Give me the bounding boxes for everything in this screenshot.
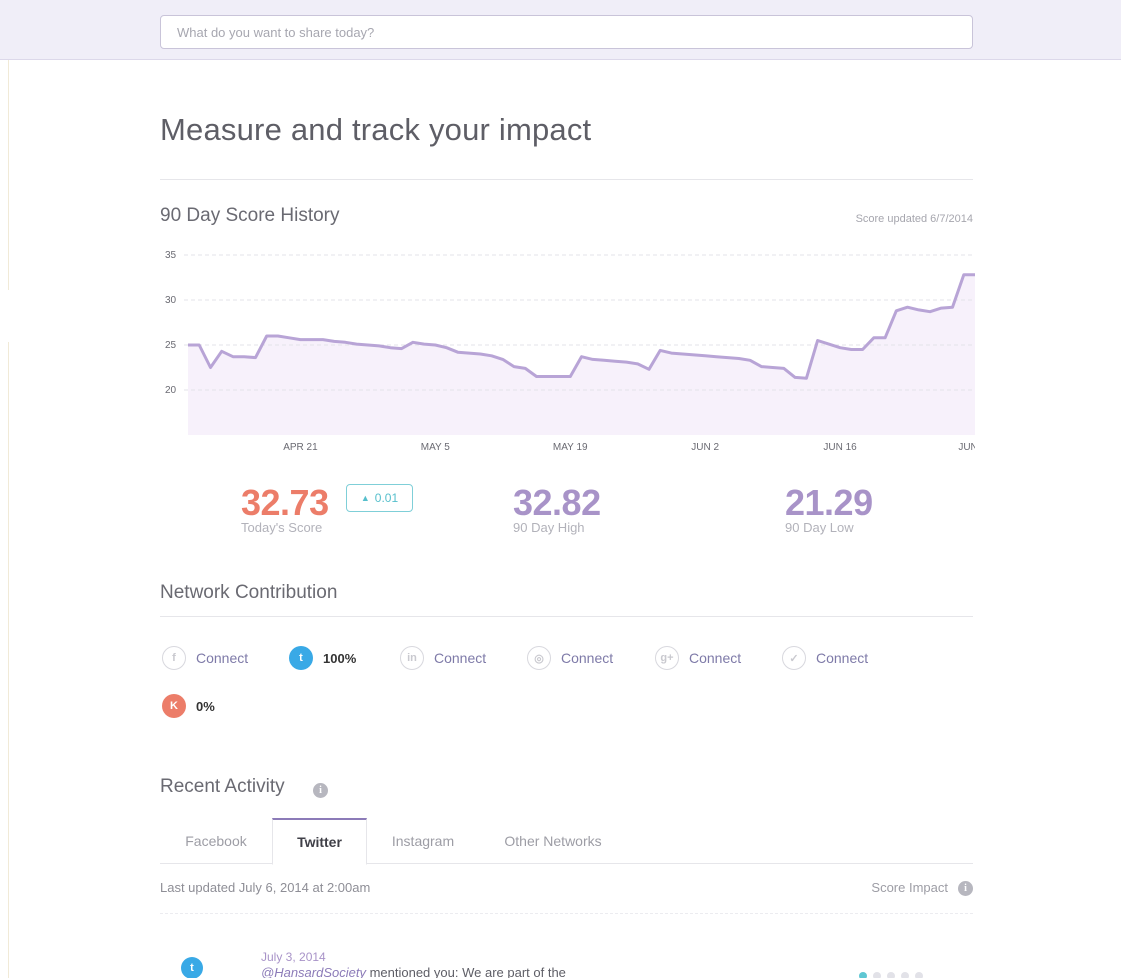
- left-divider: [8, 60, 9, 978]
- linkedin-icon: in: [400, 646, 424, 670]
- score-impact-dot: [859, 972, 867, 978]
- score-impact-dot: [873, 972, 881, 978]
- chart-x-tick-label: MAY 5: [421, 442, 451, 453]
- score-history-title: 90 Day Score History: [160, 205, 340, 226]
- score-updated-text: Score updated 6/7/2014: [855, 213, 973, 225]
- chart-x-tick-label: MAY 19: [553, 442, 588, 453]
- facebook-icon: f: [162, 646, 186, 670]
- high-score: 32.82 90 Day High: [513, 485, 601, 535]
- network-item-foursquare[interactable]: ✓ Connect: [782, 646, 868, 670]
- activity-text: @HansardSociety mentioned you: We are pa…: [261, 965, 566, 978]
- today-score-label: Today's Score: [241, 520, 323, 535]
- arrow-up-icon: ▲: [360, 493, 370, 503]
- score-impact-dot: [915, 972, 923, 978]
- instagram-connect-link[interactable]: Connect: [561, 650, 613, 666]
- chart-y-tick-label: 20: [165, 385, 177, 396]
- low-score: 21.29 90 Day Low: [785, 485, 873, 535]
- klout-icon: K: [162, 694, 186, 718]
- activity-tabs: Facebook Twitter Instagram Other Network…: [160, 818, 973, 865]
- googleplus-connect-link[interactable]: Connect: [689, 650, 741, 666]
- tab-twitter[interactable]: Twitter: [272, 818, 367, 865]
- tab-other-networks[interactable]: Other Networks: [479, 818, 627, 864]
- twitter-icon: t: [181, 957, 203, 978]
- tab-facebook[interactable]: Facebook: [160, 818, 272, 864]
- twitter-icon: t: [289, 646, 313, 670]
- chart-x-tick-label: JUN 30: [958, 442, 975, 453]
- network-item-instagram[interactable]: ◎ Connect: [527, 646, 613, 670]
- high-score-label: 90 Day High: [513, 520, 585, 535]
- chart-x-tick-label: APR 21: [283, 442, 318, 453]
- page-title: Measure and track your impact: [160, 112, 592, 147]
- high-score-value: 32.82: [513, 482, 601, 523]
- today-score-value: 32.73: [241, 482, 329, 523]
- divider: [160, 179, 973, 180]
- activity-message: mentioned you: We are part of the: [365, 965, 566, 978]
- info-icon[interactable]: i: [313, 783, 328, 798]
- chart-area-fill: [188, 274, 975, 435]
- score-impact-dots: [859, 972, 923, 978]
- network-item-twitter[interactable]: t 100%: [289, 646, 356, 670]
- left-divider-gap: [0, 290, 12, 342]
- twitter-contribution-value: 100%: [323, 650, 357, 666]
- network-item-facebook[interactable]: f Connect: [162, 646, 248, 670]
- chart-x-tick-label: JUN 2: [691, 442, 719, 453]
- chart-y-tick-label: 25: [165, 340, 177, 351]
- facebook-connect-link[interactable]: Connect: [196, 650, 248, 666]
- recent-activity-title: Recent Activity: [160, 776, 285, 797]
- divider: [160, 616, 973, 617]
- low-score-label: 90 Day Low: [785, 520, 854, 535]
- activity-date: July 3, 2014: [261, 950, 326, 964]
- chart-x-tick-label: JUN 16: [823, 442, 857, 453]
- score-impact-dot: [901, 972, 909, 978]
- low-score-value: 21.29: [785, 482, 873, 523]
- googleplus-icon: g+: [655, 646, 679, 670]
- divider: [160, 913, 973, 914]
- score-delta-badge: ▲ 0.01: [346, 484, 413, 512]
- linkedin-connect-link[interactable]: Connect: [434, 650, 486, 666]
- chart-y-tick-label: 30: [165, 295, 177, 306]
- share-input[interactable]: [160, 15, 973, 49]
- network-item-klout[interactable]: K 0%: [162, 694, 215, 718]
- network-item-googleplus[interactable]: g+ Connect: [655, 646, 741, 670]
- score-impact-dot: [887, 972, 895, 978]
- chart-y-tick-label: 35: [165, 250, 177, 261]
- tab-instagram[interactable]: Instagram: [367, 818, 479, 864]
- today-score: 32.73 Today's Score: [241, 485, 329, 535]
- network-contribution-title: Network Contribution: [160, 582, 338, 603]
- foursquare-connect-link[interactable]: Connect: [816, 650, 868, 666]
- last-updated-text: Last updated July 6, 2014 at 2:00am: [160, 880, 371, 895]
- instagram-icon: ◎: [527, 646, 551, 670]
- score-history-chart: 20 25 30 35 APR 21 MAY 5 MAY 19 JUN 2 JUN 16 JUN …: [165, 250, 975, 453]
- klout-contribution-value: 0%: [196, 698, 215, 714]
- top-bar: [0, 0, 1121, 60]
- score-impact-info-icon[interactable]: i: [958, 881, 973, 896]
- activity-mention-link[interactable]: @HansardSociety: [261, 965, 366, 978]
- score-impact-label: Score Impact: [871, 880, 948, 895]
- score-delta-value: 0.01: [374, 491, 399, 505]
- foursquare-icon: ✓: [782, 646, 806, 670]
- network-item-linkedin[interactable]: in Connect: [400, 646, 486, 670]
